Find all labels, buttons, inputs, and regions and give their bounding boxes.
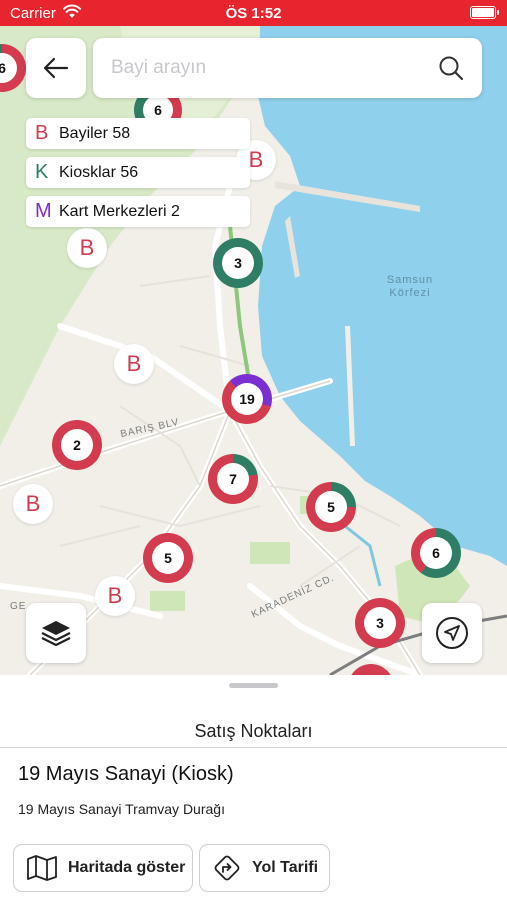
place-name: 19 Mayıs Sanayi (Kiosk) [18,763,234,785]
cluster-marker[interactable]: 6 [411,528,461,578]
battery-tip [497,10,499,15]
card-center-legend-icon: M [35,200,52,222]
show-on-map-button[interactable]: Haritada göster [13,844,193,892]
cluster-marker[interactable]: 3 [355,598,405,648]
legend-label: Kart Merkezleri 2 [59,202,180,220]
show-on-map-label: Haritada göster [68,859,186,876]
sheet-drag-handle[interactable] [229,683,278,688]
layers-icon [41,621,71,647]
search-bar[interactable] [93,38,482,98]
sea-label-line1: Samsun [386,274,434,286]
bottom-sheet: Satış Noktaları 19 Mayıs Sanayi (Kiosk) … [0,675,507,900]
status-time: ÖS 1:52 [225,5,282,22]
map-view[interactable]: BARIŞ BLV KARADENİZ CD. GE Samsun Körfez… [0,26,507,675]
layers-button[interactable] [26,603,86,663]
cluster-marker[interactable]: 7 [208,454,258,504]
back-button[interactable] [26,38,86,98]
map-icon [27,855,57,881]
my-location-button[interactable] [422,603,482,663]
dealer-pin[interactable]: B [13,484,53,524]
directions-icon [214,855,240,881]
cluster-marker[interactable]: 3 [213,238,263,288]
dealer-pin[interactable]: B [114,344,154,384]
status-bar: Carrier ÖS 1:52 [0,0,507,26]
sea-label: Samsun Körfezi [380,274,440,300]
cluster-count: 5 [152,542,184,574]
dealer-legend-icon: B [35,122,49,144]
search-input[interactable] [111,38,411,98]
legend-label: Kiosklar 56 [59,163,139,181]
cluster-marker[interactable]: 2 [52,420,102,470]
sheet-title: Satış Noktaları [194,721,313,741]
cluster-marker[interactable]: 5 [306,482,356,532]
cluster-count: 6 [420,537,452,569]
cluster-marker[interactable]: 5 [143,533,193,583]
cluster-count: 6 [0,53,17,83]
kiosk-legend-icon: K [35,161,49,183]
battery-icon [470,6,496,19]
cluster-count: 5 [315,491,347,523]
dealer-pin[interactable]: B [67,228,107,268]
place-address: 19 Mayıs Sanayi Tramvay Durağı [18,801,225,817]
cluster-marker[interactable]: 19 [222,374,272,424]
search-icon[interactable] [438,55,464,81]
legend-dealers[interactable]: B Bayiler 58 [26,118,250,149]
location-arrow-icon [436,617,468,649]
legend-card-centers[interactable]: M Kart Merkezleri 2 [26,196,250,227]
legend-label: Bayiler 58 [59,124,131,142]
legend-kiosks[interactable]: K Kiosklar 56 [26,157,250,188]
cluster-count: 3 [222,247,254,279]
directions-button[interactable]: Yol Tarifi [199,844,330,892]
back-arrow-icon [43,57,69,79]
road-label-ge: GE [10,601,27,612]
cluster-count: 2 [61,429,93,461]
dealer-pin[interactable]: B [95,576,135,616]
cluster-count: 7 [217,463,249,495]
sea-label-line2: Körfezi [389,287,431,299]
cluster-count: 3 [364,607,396,639]
directions-label: Yol Tarifi [252,859,319,876]
cluster-count: 19 [231,383,263,415]
divider [0,747,507,748]
